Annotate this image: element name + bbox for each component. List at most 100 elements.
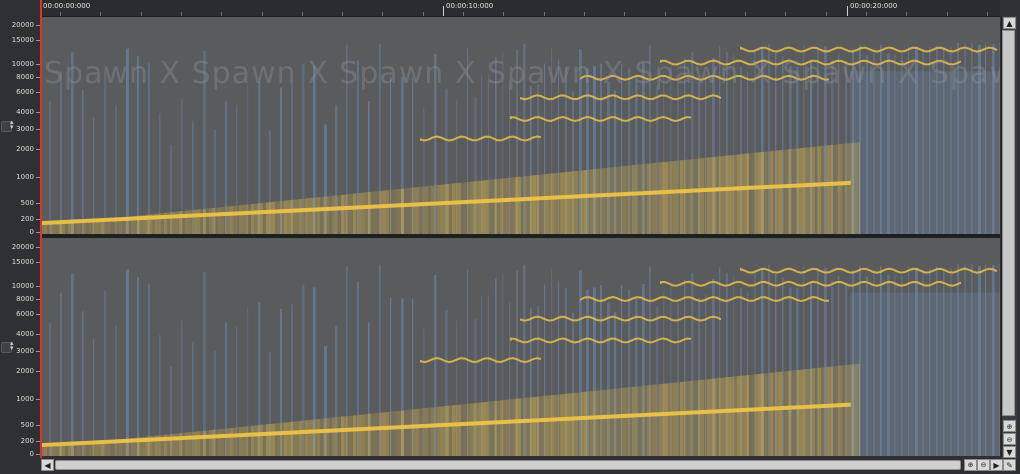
harmonic-band bbox=[563, 172, 566, 234]
frequency-tick-label: 6000 bbox=[16, 88, 34, 97]
harmonic-band bbox=[620, 166, 623, 234]
zoom-in-icon[interactable]: ⊕ bbox=[964, 459, 977, 471]
time-minor-tick bbox=[906, 12, 908, 16]
harmonic-band bbox=[827, 145, 830, 234]
harmonic-band bbox=[803, 147, 806, 234]
zoom-in-icon[interactable]: ⊕ bbox=[1003, 420, 1016, 432]
harmonic-band bbox=[77, 221, 80, 234]
harmonic-band bbox=[716, 156, 719, 234]
harmonic-band bbox=[278, 423, 281, 456]
arrow-down-icon[interactable]: ▼ bbox=[1003, 446, 1016, 458]
harmonic-band bbox=[758, 373, 761, 456]
harmonic-band bbox=[449, 405, 452, 456]
harmonic-band bbox=[212, 429, 215, 456]
time-major-tick bbox=[443, 6, 444, 16]
harmonic-band bbox=[704, 157, 707, 234]
harmonic-band bbox=[473, 181, 476, 234]
harmonic-band bbox=[662, 383, 665, 456]
vertical-scroll-thumb[interactable] bbox=[1002, 30, 1015, 416]
frequency-tick-label: 200 bbox=[20, 436, 34, 445]
harmonic-band bbox=[608, 167, 611, 234]
harmonic-band bbox=[236, 205, 239, 234]
harmonic-band bbox=[431, 407, 434, 456]
harmonic-band bbox=[569, 171, 572, 234]
channel-1-updown-icon[interactable]: ▴ ▾ bbox=[10, 119, 14, 131]
harmonic-band bbox=[707, 157, 710, 234]
harmonic-band bbox=[647, 385, 650, 456]
time-minor-tick bbox=[140, 12, 142, 16]
harmonic-band bbox=[761, 373, 764, 456]
harmonic-band bbox=[743, 153, 746, 234]
time-minor-tick bbox=[100, 12, 102, 16]
channel-2-updown-icon[interactable]: ▴ ▾ bbox=[10, 340, 14, 352]
spectral-stroke bbox=[49, 101, 52, 234]
harmonic-band bbox=[731, 376, 734, 456]
arrow-right-icon[interactable]: ▶ bbox=[990, 459, 1003, 471]
arrow-left-icon[interactable]: ◀ bbox=[41, 459, 54, 471]
harmonic-band bbox=[644, 385, 647, 456]
time-minor-tick bbox=[704, 12, 706, 16]
harmonic-band bbox=[482, 180, 485, 234]
harmonic-band bbox=[824, 367, 827, 456]
harmonic-band bbox=[71, 444, 74, 456]
spectral-stroke bbox=[137, 277, 139, 456]
wrench-icon[interactable]: ✎ bbox=[1003, 459, 1016, 471]
harmonic-band bbox=[740, 154, 743, 234]
timeline-ruler[interactable]: 00:00:00:000 00:00:10:000 00:00:20:000 bbox=[40, 0, 1000, 17]
harmonic-band bbox=[545, 174, 548, 234]
harmonic-band bbox=[470, 403, 473, 456]
harmonic-band bbox=[317, 197, 320, 234]
harmonic-band bbox=[647, 163, 650, 234]
spectrogram-channel-1[interactable] bbox=[41, 17, 1000, 234]
harmonic-band bbox=[416, 408, 419, 456]
spectral-stroke bbox=[60, 292, 62, 456]
harmonic-band bbox=[623, 387, 626, 456]
harmonic-band bbox=[539, 396, 542, 456]
harmonic-band bbox=[785, 149, 788, 234]
harmonic-band bbox=[479, 402, 482, 456]
harmonic-band bbox=[671, 161, 674, 234]
harmonic-band bbox=[620, 388, 623, 456]
harmonic-band bbox=[572, 392, 575, 456]
harmonic-band bbox=[59, 445, 62, 456]
harmonic-band bbox=[365, 414, 368, 456]
harmonic-band bbox=[80, 221, 83, 234]
harmonic-band bbox=[314, 419, 317, 456]
harmonic-band bbox=[704, 379, 707, 456]
harmonic-band bbox=[824, 145, 827, 234]
harmonic-band bbox=[632, 386, 635, 456]
harmonic-band bbox=[197, 209, 200, 234]
harmonic-band bbox=[476, 402, 479, 456]
harmonic-band bbox=[788, 370, 791, 456]
zoom-out-icon[interactable]: ⊖ bbox=[977, 459, 990, 471]
harmonic-band bbox=[554, 394, 557, 456]
harmonic-band bbox=[797, 148, 800, 234]
frequency-tick-label: 2000 bbox=[16, 366, 34, 375]
harmonic-band bbox=[503, 178, 506, 234]
harmonic-band bbox=[488, 401, 491, 456]
spectrogram-channel-2[interactable] bbox=[41, 238, 1000, 456]
harmonic-band bbox=[251, 203, 254, 234]
harmonic-band bbox=[398, 188, 401, 234]
harmonic-band bbox=[731, 155, 734, 234]
harmonic-band bbox=[563, 393, 566, 456]
harmonic-band bbox=[443, 406, 446, 456]
harmonic-band bbox=[842, 143, 845, 234]
zoom-out-icon[interactable]: ⊖ bbox=[1003, 433, 1016, 445]
harmonic-band bbox=[332, 417, 335, 456]
harmonic-band bbox=[560, 394, 563, 456]
harmonic-band bbox=[755, 152, 758, 234]
harmonic-band bbox=[725, 377, 728, 456]
harmonic-band bbox=[440, 184, 443, 234]
arrow-up-icon[interactable]: ▲ bbox=[1003, 17, 1016, 29]
playhead-cursor[interactable] bbox=[40, 0, 42, 458]
harmonic-band bbox=[641, 164, 644, 234]
harmonic-band bbox=[395, 189, 398, 234]
spectral-stroke bbox=[71, 273, 74, 456]
harmonic-band bbox=[602, 389, 605, 456]
frequency-tick-label: 20000 bbox=[11, 242, 34, 251]
harmonic-band bbox=[311, 419, 314, 456]
harmonic-band bbox=[746, 375, 749, 456]
horizontal-scroll-thumb[interactable] bbox=[55, 460, 961, 470]
harmonic-band bbox=[635, 164, 638, 234]
